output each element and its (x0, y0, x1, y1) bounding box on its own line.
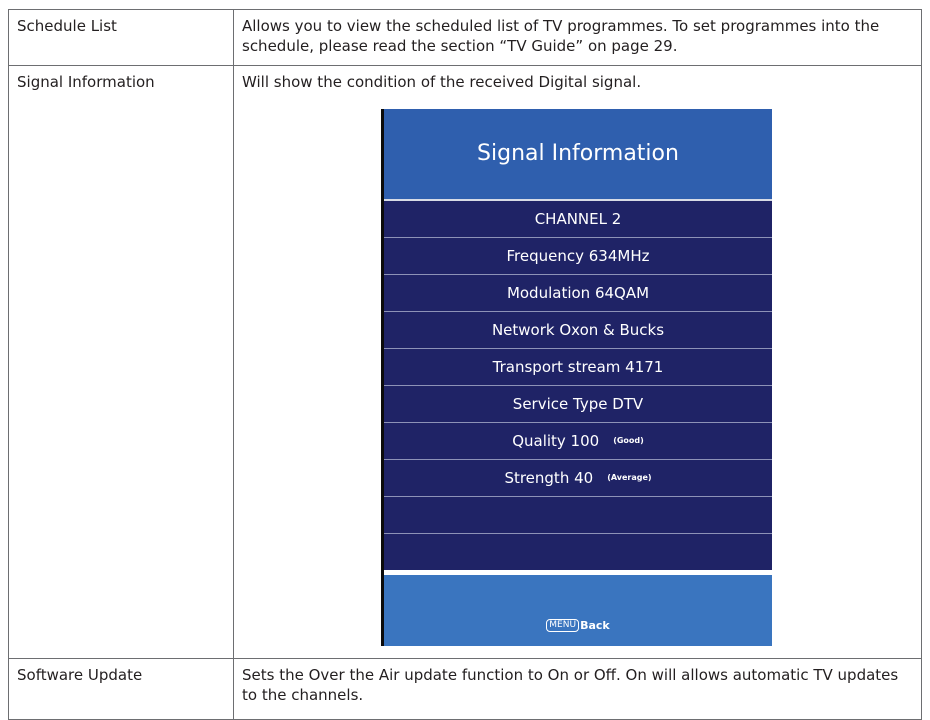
setting-description: Sets the Over the Air update function to… (242, 666, 899, 704)
setting-name: Schedule List (8, 9, 234, 66)
back-label: Back (580, 618, 610, 632)
table-row: Signal Information Will show the conditi… (8, 65, 922, 659)
table-row: Software Update Sets the Over the Air up… (8, 658, 922, 720)
settings-table: Schedule List Allows you to view the sch… (8, 9, 922, 720)
quality-rating: (Good) (613, 436, 644, 445)
strength-rating: (Average) (607, 473, 652, 482)
setting-description: Allows you to view the scheduled list of… (242, 17, 880, 55)
setting-description-cell: Allows you to view the scheduled list of… (233, 9, 922, 66)
info-row-empty (384, 534, 772, 570)
info-row-quality: Quality 100 (Good) (384, 423, 772, 460)
info-row-empty (384, 497, 772, 534)
setting-name: Signal Information (8, 65, 234, 659)
screen-title: Signal Information (384, 109, 772, 199)
info-row-strength: Strength 40 (Average) (384, 460, 772, 497)
info-row-network: Network Oxon & Bucks (384, 312, 772, 349)
setting-description-cell: Sets the Over the Air update function to… (233, 658, 922, 720)
info-row-modulation: Modulation 64QAM (384, 275, 772, 312)
info-row-channel: CHANNEL 2 (384, 201, 772, 238)
menu-key-icon: MENU (546, 619, 580, 632)
setting-description: Will show the condition of the received … (242, 73, 642, 91)
info-row-transport-stream: Transport stream 4171 (384, 349, 772, 386)
screen-footer: MENU Back (384, 575, 772, 646)
table-row: Schedule List Allows you to view the sch… (8, 9, 922, 66)
signal-info-list: CHANNEL 2 Frequency 634MHz Modulation 64… (384, 201, 772, 570)
setting-description-cell: Will show the condition of the received … (233, 65, 922, 659)
info-row-service-type: Service Type DTV (384, 386, 772, 423)
setting-name: Software Update (8, 658, 234, 720)
signal-information-screen: Signal Information CHANNEL 2 Frequency 6… (381, 109, 772, 646)
info-row-frequency: Frequency 634MHz (384, 238, 772, 275)
